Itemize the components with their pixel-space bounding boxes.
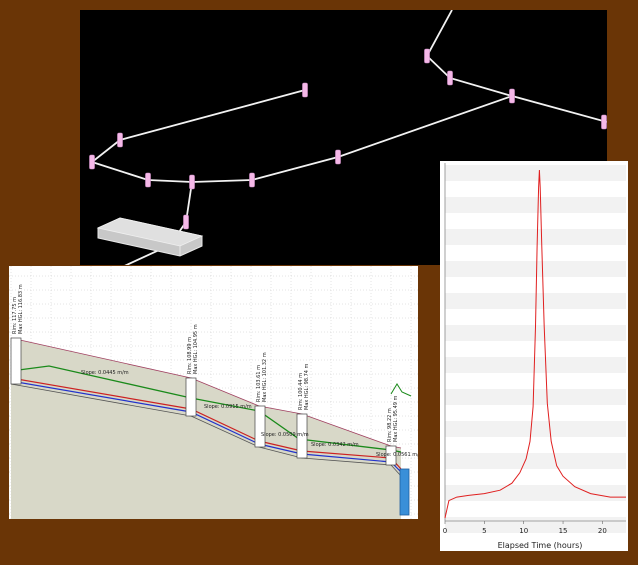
- manhole-node[interactable]: [601, 114, 607, 130]
- hgl-label: Max HGL: 104.95 m: [193, 324, 199, 374]
- manhole-node[interactable]: [335, 149, 341, 165]
- x-tick-label: 15: [559, 527, 568, 535]
- hgl-label: Max HGL: 101.32 m: [262, 352, 268, 402]
- slope-label: Slope: 0.0915 m/m: [204, 404, 252, 410]
- x-tick-label: 10: [519, 527, 528, 535]
- profile-view[interactable]: Slope: 0.0445 m/m Slope: 0.0915 m/m Slope:…: [9, 266, 418, 519]
- hydrograph-chart: 0 5 10 15 20 Elapsed Time (hours): [440, 161, 628, 551]
- outlet-water: [399, 468, 410, 516]
- hgl-label: Max HGL: 98.74 m: [304, 363, 310, 410]
- manhole-node[interactable]: [189, 174, 195, 190]
- x-axis-label: Elapsed Time (hours): [498, 541, 583, 550]
- x-tick-label: 5: [482, 527, 486, 535]
- slope-label: Slope: 0.0561 m/m: [376, 452, 418, 458]
- slope-label: Slope: 0.0509 m/m: [261, 432, 309, 438]
- x-tick-label: 0: [443, 527, 447, 535]
- manhole-node[interactable]: [117, 132, 123, 148]
- slope-label: Slope: 0.0342 m/m: [311, 442, 359, 448]
- manhole-node[interactable]: [89, 154, 95, 170]
- manhole-structure[interactable]: [185, 377, 197, 417]
- manhole-node[interactable]: [424, 48, 430, 64]
- pipe[interactable]: [425, 10, 513, 97]
- profile-svg: Slope: 0.0445 m/m Slope: 0.0915 m/m Slope:…: [9, 266, 418, 519]
- plot-bands: [445, 165, 626, 533]
- manhole-node[interactable]: [249, 172, 255, 188]
- manhole-node[interactable]: [509, 88, 515, 104]
- hydrograph-svg: 0 5 10 15 20 Elapsed Time (hours): [443, 163, 626, 550]
- manhole-node[interactable]: [145, 172, 151, 188]
- hgl-label: Max HGL: 95.49 m: [393, 395, 399, 442]
- manhole-node[interactable]: [447, 70, 453, 86]
- slope-label: Slope: 0.0445 m/m: [81, 370, 129, 376]
- hgl-label: Max HGL: 116.83 m: [18, 284, 24, 334]
- x-tick-label: 20: [598, 527, 607, 535]
- manhole-structure[interactable]: [10, 337, 22, 385]
- manhole-node[interactable]: [183, 214, 189, 230]
- hgl-tail: [390, 383, 412, 397]
- manhole-structure[interactable]: [254, 405, 266, 448]
- manhole-node[interactable]: [302, 82, 308, 98]
